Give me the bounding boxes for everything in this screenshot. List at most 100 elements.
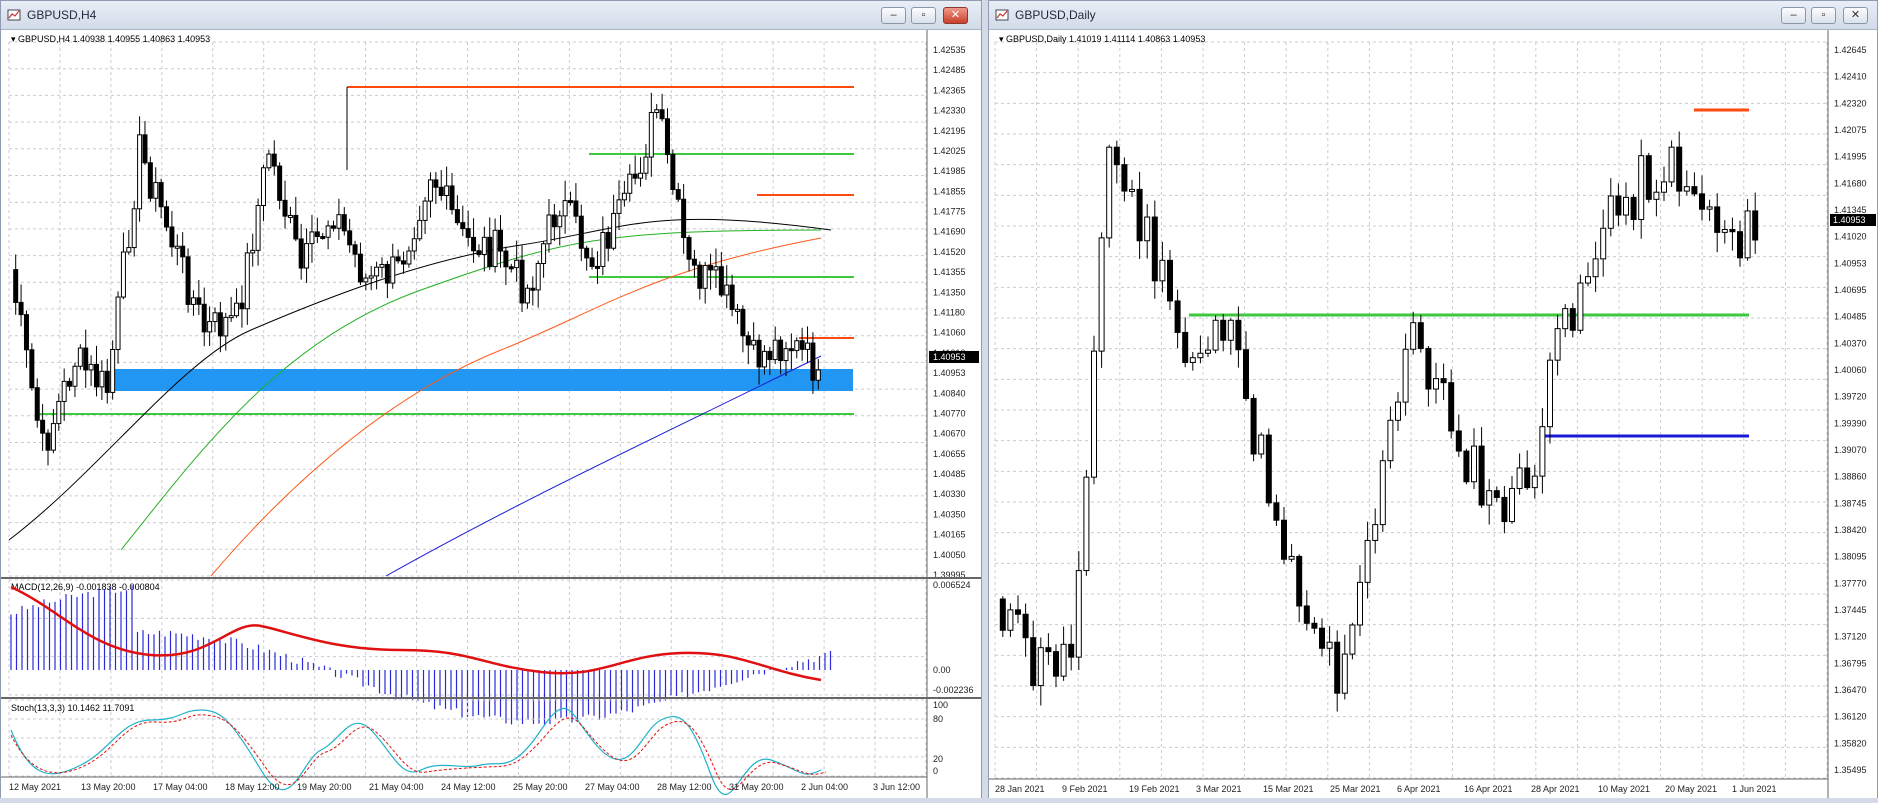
title-bar[interactable]: GBPUSD,Daily – ▫ ✕ [989,1,1877,30]
candle [1364,539,1371,583]
candle [530,287,536,291]
price-axis-label: 1.41680 [1834,178,1867,188]
candle [1531,475,1538,489]
candle [1661,181,1667,193]
candle [497,229,503,252]
candle [239,302,245,310]
price-chart-h4[interactable]: ▾ GBPUSD,H4 1.40938 1.40955 1.40863 1.40… [1,30,981,798]
price-axis-label: 1.39390 [1834,418,1867,428]
candle [1068,643,1075,658]
candle [584,247,590,259]
time-axis-label: 19 Feb 2021 [1129,784,1180,794]
candle [1486,490,1493,506]
price-axis-label: 1.42410 [1834,72,1867,82]
candle [131,208,137,249]
candle [34,387,40,421]
price-axis-label: 1.41180 [933,308,965,318]
candle [1387,419,1394,462]
candle [783,348,789,362]
candle [1083,476,1090,572]
time-axis-label: 27 May 04:00 [585,782,640,792]
price-axis-label: 1.36120 [1834,712,1867,722]
candle [180,245,186,258]
price-axis-label: 1.41020 [1834,232,1867,242]
candle [724,284,730,296]
candle [13,269,19,303]
price-axis-label: 1.40953 [1834,258,1867,268]
candle [438,186,444,197]
candle [654,109,660,113]
candle [659,109,665,120]
time-axis-label: 20 May 2021 [1665,784,1717,794]
maximize-button[interactable]: ▫ [911,7,936,24]
price-axis-label: 1.36795 [1834,658,1867,668]
close-button[interactable]: ✕ [1843,7,1868,24]
candle [1737,231,1743,259]
candle [320,235,326,239]
window-gbpusd-daily[interactable]: GBPUSD,Daily – ▫ ✕ ▾ GBPUSD,Daily 1.4101… [988,0,1878,798]
candle [99,370,105,388]
macd-axis-label: 0.00 [933,665,951,675]
candle [1402,348,1409,403]
candle [551,214,557,228]
candle [1569,308,1576,331]
candle [767,350,773,361]
candle [788,348,794,352]
candle [1151,216,1158,282]
candle [756,339,762,368]
candle [314,231,320,237]
candle [212,312,218,323]
window-title: GBPUSD,H4 [27,8,97,22]
title-bar[interactable]: GBPUSD,H4 – ▫ ✕ [1,1,981,30]
candle [223,316,229,337]
candle [1425,347,1432,390]
minimize-button[interactable]: – [1781,7,1806,24]
minimize-button[interactable]: – [881,7,906,24]
candle [508,266,514,270]
candle [363,277,369,283]
candle [1212,319,1219,351]
price-axis-label: 1.40953 [933,368,966,378]
candle [627,173,633,194]
candle [1098,237,1105,352]
price-chart-daily[interactable]: ▾ GBPUSD,Daily 1.41019 1.41114 1.40863 1… [989,30,1877,798]
candle [1296,555,1303,607]
candle [1463,450,1470,483]
candle [422,200,428,221]
candle [406,250,412,265]
candle [255,204,261,251]
price-axis-label: 1.42365 [933,85,966,95]
window-gbpusd-h4[interactable]: GBPUSD,H4 – ▫ ✕ ▾ GBPUSD,H4 1.40938 1.40… [0,0,982,798]
price-axis-label: 1.37770 [1834,578,1867,588]
chart-area-h4[interactable]: ▾ GBPUSD,H4 1.40938 1.40955 1.40863 1.40… [1,30,981,803]
candle [77,347,83,367]
candle [201,303,207,333]
price-axis-label: 1.41345 [1834,205,1867,215]
candle [384,263,390,284]
price-axis-label: 1.40770 [933,408,966,418]
time-axis-label: 17 May 04:00 [153,782,208,792]
time-axis-label: 9 Feb 2021 [1062,784,1108,794]
candle [357,253,363,283]
candle [67,380,73,387]
price-axis-label: 1.40370 [1834,338,1867,348]
candle [697,264,703,289]
candle [643,156,649,174]
chart-window-icon [995,9,1009,21]
price-axis-label: 1.40840 [933,388,966,398]
candle [729,284,735,310]
candle [632,173,638,179]
chart-area-daily[interactable]: ▾ GBPUSD,Daily 1.41019 1.41114 1.40863 1… [989,30,1877,803]
time-axis-label: 12 May 2021 [9,782,61,792]
candle [427,179,433,202]
candle [1121,164,1128,192]
candle [379,263,385,268]
candle [1205,349,1211,354]
close-button[interactable]: ✕ [943,7,968,24]
candle [1668,146,1675,183]
stoch-axis-label: 0 [933,766,938,776]
candle [519,259,525,304]
maximize-button[interactable]: ▫ [1811,7,1836,24]
candle [541,243,547,264]
candle [271,153,277,167]
